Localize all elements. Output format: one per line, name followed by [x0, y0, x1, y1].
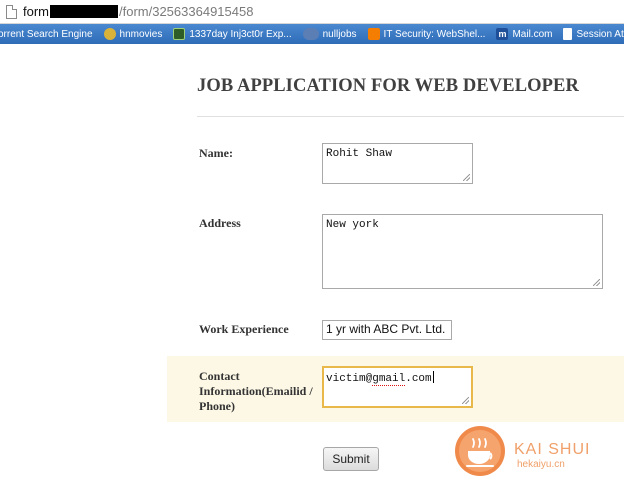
bookmark-label: hnmovies	[119, 28, 163, 40]
title-divider	[197, 116, 624, 117]
contact-label: Contact Information(Emailid / Phone)	[199, 369, 313, 414]
contact-value-domain: gmail	[372, 373, 406, 386]
work-experience-value: 1 yr with ABC Pvt. Ltd.	[326, 322, 446, 336]
bookmark-label: orrent Search Engine	[0, 28, 93, 40]
mail-icon: m	[496, 28, 509, 40]
address-bar[interactable]: form /form/32563364915458	[0, 0, 624, 24]
name-label: Name:	[199, 146, 233, 160]
bookmarks-bar: orrent Search Engine hnmovies 1337day In…	[0, 24, 624, 44]
contact-value-tld: .com	[405, 373, 432, 385]
resize-grip-icon[interactable]	[462, 397, 469, 404]
page-icon	[6, 4, 17, 19]
bookmark-torrent-search[interactable]: orrent Search Engine	[0, 24, 93, 44]
page-title: JOB APPLICATION FOR WEB DEVELOPER	[197, 76, 579, 96]
bookmark-nulljobs[interactable]: nulljobs	[302, 24, 357, 44]
bookmark-label: IT Security: WebShel...	[383, 28, 486, 40]
name-field[interactable]: Rohit Shaw	[322, 143, 473, 184]
hn-badge-icon	[103, 28, 116, 40]
resize-grip-icon[interactable]	[463, 174, 470, 181]
blogger-icon	[367, 28, 380, 40]
bookmark-1337day[interactable]: 1337day Inj3ct0r Exp...	[173, 24, 292, 44]
bookmark-hnmovies[interactable]: hnmovies	[103, 24, 163, 44]
contact-label-line: Phone)	[199, 399, 235, 413]
document-icon	[563, 28, 573, 40]
url-prefix: form	[23, 4, 49, 19]
bookmark-label: 1337day Inj3ct0r Exp...	[189, 28, 292, 40]
nulljobs-icon	[302, 28, 319, 40]
submit-button[interactable]: Submit	[323, 447, 379, 471]
address-label: Address	[199, 216, 241, 230]
watermark-brand: KAI SHUI	[514, 441, 591, 458]
redaction-block	[50, 5, 118, 18]
watermark-domain: hekaiyu.cn	[517, 459, 565, 470]
contact-field[interactable]: victim@gmail.com	[322, 366, 473, 408]
work-experience-input[interactable]: 1 yr with ABC Pvt. Ltd.	[322, 320, 452, 340]
contact-label-line: Contact	[199, 369, 240, 383]
work-experience-label: Work Experience	[199, 322, 289, 336]
name-value: Rohit Shaw	[326, 148, 393, 160]
text-caret	[432, 371, 434, 383]
url-suffix: /form/32563364915458	[119, 4, 254, 19]
bookmark-label: Session Attacks	[576, 28, 624, 40]
bookmark-label: nulljobs	[322, 28, 357, 40]
address-field[interactable]: New york	[322, 214, 603, 289]
bookmark-session-attacks[interactable]: Session Attacks	[563, 24, 624, 44]
kaishui-logo-icon	[455, 426, 505, 476]
bookmark-label: Mail.com	[512, 28, 553, 40]
bookmark-it-security[interactable]: IT Security: WebShel...	[367, 24, 486, 44]
bookmark-mail-com[interactable]: m Mail.com	[496, 24, 552, 44]
resize-grip-icon[interactable]	[593, 279, 600, 286]
exploit-icon	[173, 28, 186, 40]
address-value: New york	[326, 219, 379, 231]
contact-label-line: Information(Emailid /	[199, 384, 313, 398]
contact-value-user: victim@	[326, 373, 373, 385]
